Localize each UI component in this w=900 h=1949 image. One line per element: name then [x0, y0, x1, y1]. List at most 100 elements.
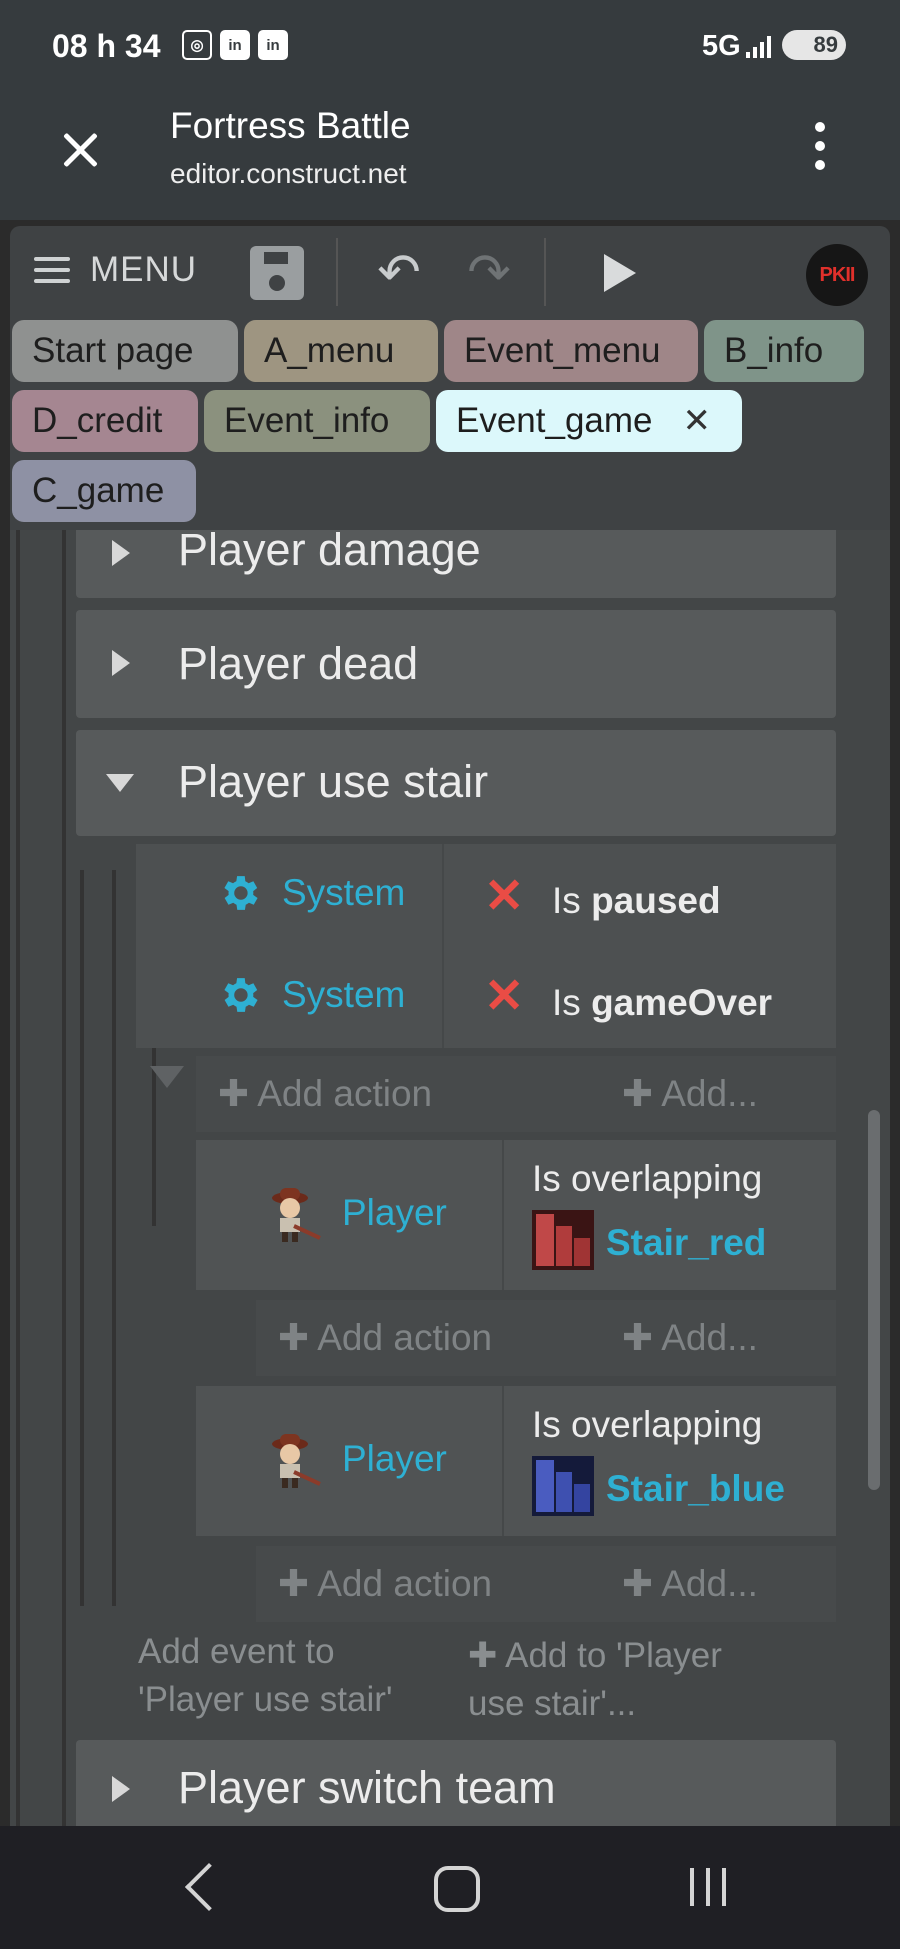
editor-toolbar: MENU ↶ ↷ PKII: [10, 226, 890, 316]
gear-icon: [224, 978, 258, 1012]
add-to-group-button[interactable]: ✚ Add to 'Player use stair'...: [468, 1632, 722, 1728]
indent-guide: [62, 530, 66, 1826]
add-event-line: Add event to: [138, 1632, 335, 1671]
screen-capture-icon: ◎: [182, 30, 212, 60]
tab-event-menu[interactable]: Event_menu: [444, 320, 698, 382]
sub-event-stair-blue[interactable]: Player Is overlapping Stair_blue: [196, 1386, 836, 1536]
tab-d-credit[interactable]: D_credit: [12, 390, 198, 452]
event-sheet[interactable]: Player damage Player dead Player use sta…: [10, 530, 890, 1826]
save-icon[interactable]: [250, 246, 304, 300]
event-actions-row[interactable]: ✚ Add action ✚ Add...: [196, 1056, 836, 1132]
event-conditions[interactable]: System ✕ Is paused System ✕ Is gameOver: [136, 844, 836, 1048]
target-object-label[interactable]: Stair_blue: [606, 1468, 785, 1510]
tab-label: Event_game: [456, 401, 653, 440]
more-options-icon[interactable]: [812, 122, 828, 170]
redo-icon[interactable]: ↷: [462, 246, 516, 300]
tab-label: Start page: [32, 331, 194, 370]
battery-indicator: 89: [782, 30, 846, 60]
recent-apps-icon[interactable]: [690, 1868, 726, 1906]
indent-guide: [112, 870, 116, 1606]
sub-event-object[interactable]: Player: [342, 1438, 447, 1480]
add-event-button[interactable]: Add event to 'Player use stair': [138, 1628, 393, 1724]
tab-label: Event_info: [224, 401, 390, 440]
condition-text[interactable]: Is gameOver: [552, 982, 772, 1024]
browser-header: Fortress Battle editor.construct.net: [0, 95, 900, 220]
indent-guide: [80, 870, 84, 1606]
condition-divider: [502, 1140, 504, 1290]
undo-icon[interactable]: ↶: [372, 246, 426, 300]
condition-object[interactable]: System: [282, 974, 405, 1016]
menu-label: MENU: [90, 250, 198, 289]
add-action-button[interactable]: ✚ Add action: [278, 1562, 492, 1605]
linkedin-icon: in: [258, 30, 288, 60]
group-player-damage[interactable]: Player damage: [76, 530, 836, 598]
home-icon[interactable]: [434, 1866, 480, 1912]
tab-event-info[interactable]: Event_info: [204, 390, 430, 452]
tab-c-game[interactable]: C_game: [12, 460, 196, 522]
tab-label: A_menu: [264, 331, 395, 370]
signal-icon: [746, 34, 771, 58]
stair-blue-icon: [532, 1456, 594, 1516]
condition-text[interactable]: Is overlapping: [532, 1404, 762, 1446]
tab-event-game[interactable]: Event_game ✕: [436, 390, 742, 452]
add-action-button[interactable]: ✚ Add action: [218, 1072, 432, 1115]
play-icon[interactable]: [590, 246, 644, 300]
sub-event-stair-red[interactable]: Player Is overlapping Stair_red: [196, 1140, 836, 1290]
tab-start-page[interactable]: Start page: [12, 320, 238, 382]
invert-x-icon: ✕: [484, 870, 525, 923]
page-url: editor.construct.net: [170, 158, 407, 189]
tab-label: D_credit: [32, 401, 163, 440]
group-player-use-stair[interactable]: Player use stair: [76, 730, 836, 836]
condition-text[interactable]: Is paused: [552, 880, 721, 922]
toolbar-divider: [336, 238, 338, 306]
back-icon[interactable]: [184, 1862, 234, 1912]
hamburger-icon: [34, 257, 70, 283]
status-notification-icons: ◎ in in: [182, 30, 288, 60]
close-tab-icon[interactable]: ✕: [683, 401, 712, 441]
scrollbar[interactable]: [868, 1110, 880, 1490]
add-action-button[interactable]: ✚ Add action: [278, 1316, 492, 1359]
group-title: Player dead: [178, 638, 419, 689]
battery-level: 89: [813, 32, 838, 57]
status-bar: 08 h 34 ◎ in in 5G 89: [0, 0, 900, 95]
group-player-switch-team[interactable]: Player switch team: [76, 1740, 836, 1826]
condition-object[interactable]: System: [282, 872, 405, 914]
linkedin-icon: in: [220, 30, 250, 60]
tab-b-info[interactable]: B_info: [704, 320, 864, 382]
navigation-bar: [0, 1826, 900, 1949]
invert-x-icon: ✕: [484, 970, 525, 1023]
avatar[interactable]: PKII: [806, 244, 868, 306]
stair-red-icon: [532, 1210, 594, 1270]
expand-icon[interactable]: [112, 1776, 130, 1802]
gear-icon: [224, 876, 258, 910]
network-type: 5G: [702, 30, 741, 62]
player-sprite-icon: [272, 1188, 321, 1242]
add-more-button[interactable]: ✚ Add...: [622, 1072, 758, 1115]
tab-label: Event_menu: [464, 331, 661, 370]
indent-guide: [16, 530, 20, 1826]
target-object-label[interactable]: Stair_red: [606, 1222, 766, 1264]
condition-divider: [502, 1386, 504, 1536]
tab-a-menu[interactable]: A_menu: [244, 320, 438, 382]
status-time: 08 h 34: [52, 28, 161, 64]
tab-label: B_info: [724, 331, 824, 370]
page-title: Fortress Battle: [170, 105, 411, 146]
add-more-button[interactable]: ✚ Add...: [622, 1562, 758, 1605]
close-icon[interactable]: [52, 122, 108, 178]
sub-event-actions-row[interactable]: ✚ Add action ✚ Add...: [256, 1546, 836, 1622]
tab-label: C_game: [32, 471, 165, 510]
collapse-event-icon[interactable]: [150, 1066, 184, 1088]
sub-event-object[interactable]: Player: [342, 1192, 447, 1234]
group-player-dead[interactable]: Player dead: [76, 610, 836, 718]
sub-event-actions-row[interactable]: ✚ Add action ✚ Add...: [256, 1300, 836, 1376]
toolbar-divider: [544, 238, 546, 306]
collapse-icon[interactable]: [106, 774, 134, 792]
add-to-line: use stair'...: [468, 1684, 637, 1723]
add-to-line: ✚ Add to 'Player: [468, 1636, 722, 1675]
add-more-button[interactable]: ✚ Add...: [622, 1316, 758, 1359]
add-event-line: 'Player use stair': [138, 1680, 393, 1719]
expand-icon[interactable]: [112, 540, 130, 566]
expand-icon[interactable]: [112, 650, 130, 676]
condition-text[interactable]: Is overlapping: [532, 1158, 762, 1200]
menu-button[interactable]: MENU: [34, 250, 197, 290]
